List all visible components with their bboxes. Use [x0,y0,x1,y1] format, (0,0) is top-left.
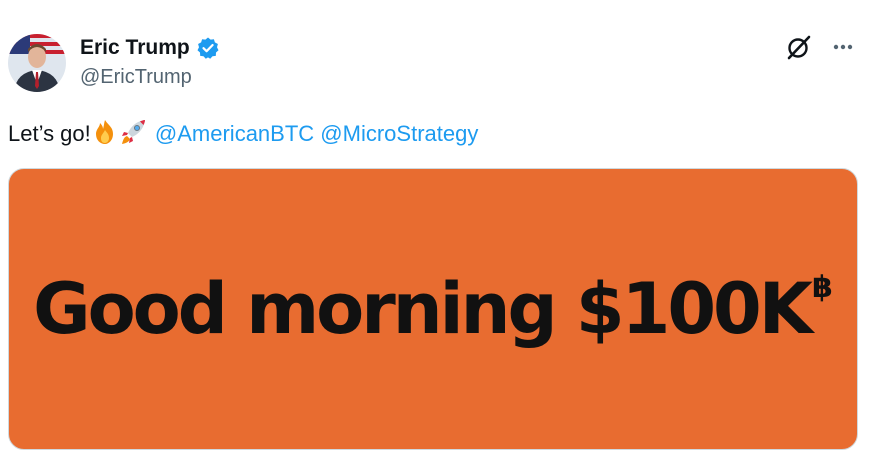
tweet-text: Let’s go! @AmericanBTC @MicroStrategy [8,118,478,154]
media-content: Good morning $100K฿ [9,169,857,449]
mention-americanbtc[interactable]: @AmericanBTC [155,121,314,146]
media-headline-text: Good morning $100K [33,268,813,350]
fire-emoji-icon [91,118,119,154]
author-handle[interactable]: @EricTrump [80,66,192,89]
author-display-name[interactable]: Eric Trump [80,36,190,60]
mention-microstrategy[interactable]: @MicroStrategy [320,121,478,146]
verified-badge-icon[interactable] [196,36,220,60]
author-name-row: Eric Trump [80,36,220,60]
tweet-body-text: Let’s go! [8,121,91,146]
rocket-emoji-icon [119,118,149,154]
media-headline: Good morning $100K฿ [33,268,833,350]
grok-icon[interactable] [784,32,814,62]
bitcoin-symbol: ฿ [812,270,833,305]
avatar[interactable] [8,34,66,92]
tweet-top-actions [784,32,858,62]
tweet-card: Eric Trump @EricTrump Let’s go! @America… [0,0,872,470]
more-dots-icon[interactable] [828,32,858,62]
tweet-media-image[interactable]: Good morning $100K฿ [8,168,858,450]
avatar-image [8,34,66,92]
